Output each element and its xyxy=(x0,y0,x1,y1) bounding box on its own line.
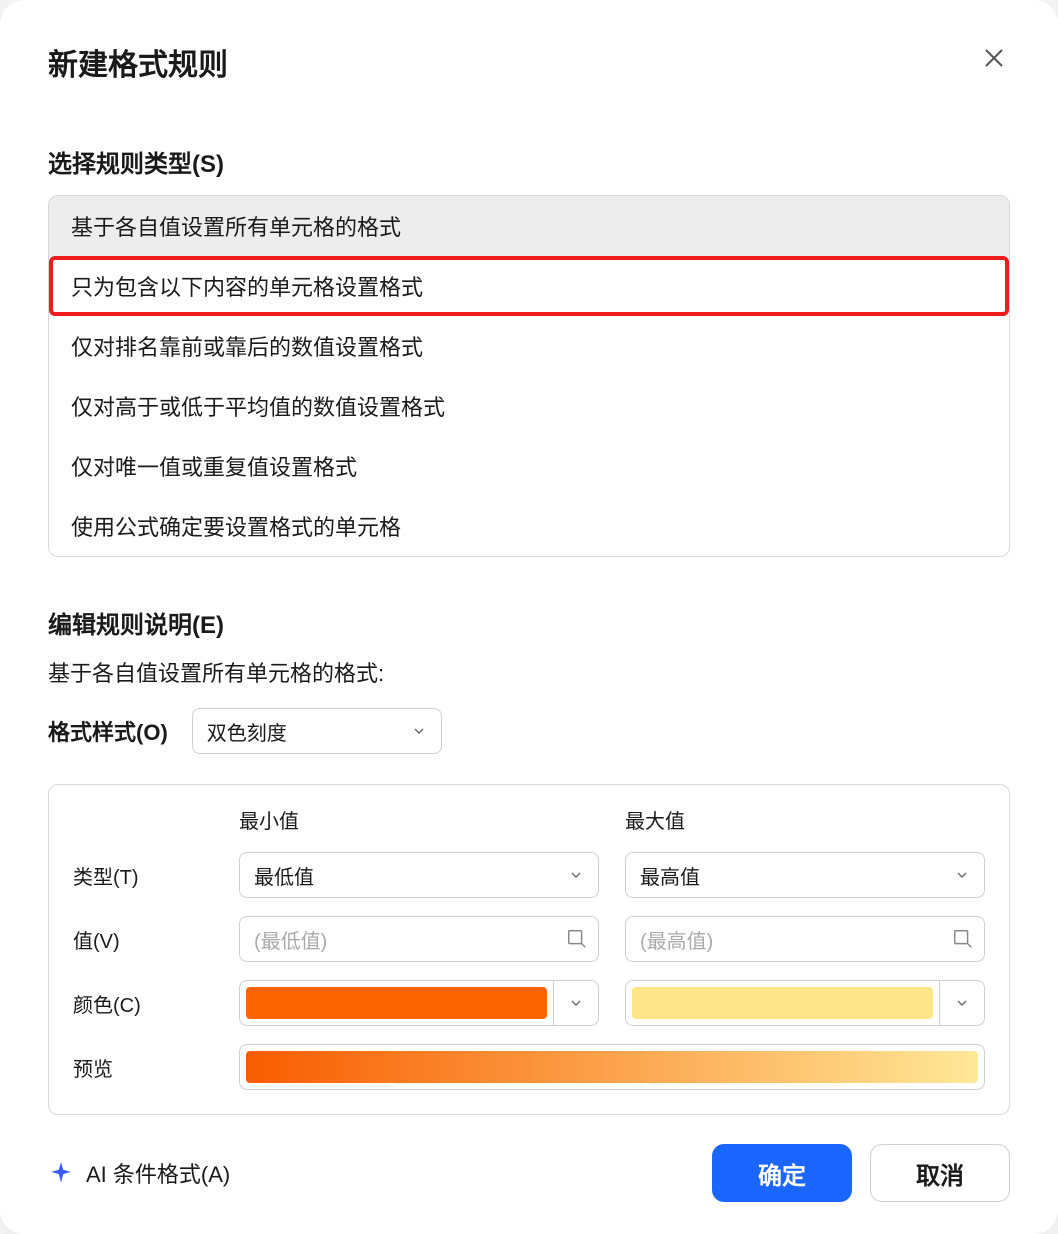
min-value-placeholder: (最低值) xyxy=(254,925,327,954)
max-type-value: 最高值 xyxy=(640,861,700,890)
rule-type-item[interactable]: 仅对排名靠前或靠后的数值设置格式 xyxy=(49,316,1009,376)
max-color-dropdown[interactable] xyxy=(939,980,985,1026)
chevron-down-icon xyxy=(568,995,584,1011)
format-style-row: 格式样式(O) 双色刻度 xyxy=(48,708,1010,754)
format-style-select[interactable]: 双色刻度 xyxy=(192,708,442,754)
value-row-label: 值(V) xyxy=(73,925,213,954)
min-type-value: 最低值 xyxy=(254,861,314,890)
color-row-label: 颜色(C) xyxy=(73,989,213,1018)
color-scale-settings: 最小值 最大值 类型(T) 最低值 最高值 值(V) (最低值) (最高值) xyxy=(48,784,1010,1115)
close-icon xyxy=(982,46,1006,70)
max-value-placeholder: (最高值) xyxy=(640,925,713,954)
min-color-fill xyxy=(246,987,547,1019)
rule-type-section-label: 选择规则类型(S) xyxy=(48,144,1010,179)
dialog-title: 新建格式规则 xyxy=(48,40,1010,84)
preview-bar xyxy=(239,1044,985,1090)
max-color-swatch xyxy=(625,980,939,1026)
max-color-select[interactable] xyxy=(625,980,985,1026)
edit-rule-section-label: 编辑规则说明(E) xyxy=(48,605,1010,640)
max-color-fill xyxy=(632,987,933,1019)
min-value-input[interactable]: (最低值) xyxy=(239,916,599,962)
chevron-down-icon xyxy=(954,995,970,1011)
close-button[interactable] xyxy=(978,42,1010,74)
type-row-label: 类型(T) xyxy=(73,861,213,890)
range-picker-icon[interactable] xyxy=(952,928,974,950)
range-picker-icon[interactable] xyxy=(566,928,588,950)
min-type-select[interactable]: 最低值 xyxy=(239,852,599,898)
new-format-rule-dialog: 新建格式规则 选择规则类型(S) 基于各自值设置所有单元格的格式 只为包含以下内… xyxy=(0,0,1058,1234)
ai-link-label: AI 条件格式(A) xyxy=(86,1157,230,1189)
rule-type-item[interactable]: 基于各自值设置所有单元格的格式 xyxy=(49,196,1009,256)
max-value-input[interactable]: (最高值) xyxy=(625,916,985,962)
format-style-value: 双色刻度 xyxy=(207,717,287,746)
rule-type-item[interactable]: 仅对高于或低于平均值的数值设置格式 xyxy=(49,376,1009,436)
cancel-button[interactable]: 取消 xyxy=(870,1144,1010,1202)
rule-description: 基于各自值设置所有单元格的格式: xyxy=(48,656,1010,688)
format-style-label: 格式样式(O) xyxy=(48,715,168,747)
chevron-down-icon xyxy=(954,866,972,884)
chevron-down-icon xyxy=(568,866,586,884)
rule-type-item[interactable]: 只为包含以下内容的单元格设置格式 xyxy=(49,256,1009,316)
min-column-header: 最小值 xyxy=(239,805,599,834)
rule-type-list: 基于各自值设置所有单元格的格式 只为包含以下内容的单元格设置格式 仅对排名靠前或… xyxy=(48,195,1010,557)
chevron-down-icon xyxy=(411,722,429,740)
min-color-select[interactable] xyxy=(239,980,599,1026)
ok-button[interactable]: 确定 xyxy=(712,1144,852,1202)
dialog-footer: AI 条件格式(A) 确定 取消 xyxy=(48,1144,1010,1202)
ai-conditional-format-link[interactable]: AI 条件格式(A) xyxy=(48,1157,230,1189)
footer-buttons: 确定 取消 xyxy=(712,1144,1010,1202)
ai-spark-icon xyxy=(48,1160,74,1186)
min-color-dropdown[interactable] xyxy=(553,980,599,1026)
max-column-header: 最大值 xyxy=(625,805,985,834)
rule-type-item[interactable]: 使用公式确定要设置格式的单元格 xyxy=(49,496,1009,556)
preview-row-label: 预览 xyxy=(73,1053,213,1082)
min-color-swatch xyxy=(239,980,553,1026)
preview-gradient xyxy=(246,1051,978,1083)
rule-type-item[interactable]: 仅对唯一值或重复值设置格式 xyxy=(49,436,1009,496)
max-type-select[interactable]: 最高值 xyxy=(625,852,985,898)
